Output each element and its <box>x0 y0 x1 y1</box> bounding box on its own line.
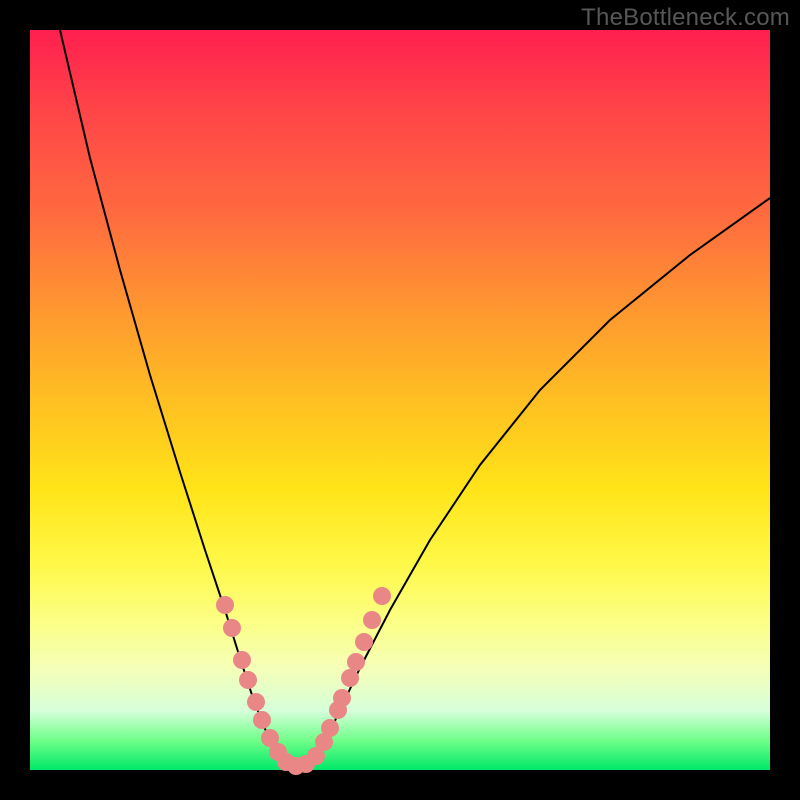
curve-marker <box>341 669 359 687</box>
curve-svg <box>30 30 770 770</box>
curve-marker <box>239 671 257 689</box>
curve-marker <box>333 689 351 707</box>
plot-gradient-area <box>30 30 770 770</box>
curve-marker <box>373 587 391 605</box>
curve-marker <box>223 619 241 637</box>
curve-markers <box>216 587 391 775</box>
curve-marker <box>253 711 271 729</box>
curve-marker <box>233 651 251 669</box>
watermark-text: TheBottleneck.com <box>581 4 790 32</box>
curve-marker <box>363 611 381 629</box>
curve-marker <box>247 693 265 711</box>
curve-marker <box>347 653 365 671</box>
chart-frame: TheBottleneck.com <box>0 0 800 800</box>
curve-marker <box>355 633 373 651</box>
curve-marker <box>321 719 339 737</box>
curve-marker <box>216 596 234 614</box>
bottleneck-curve <box>60 30 770 767</box>
